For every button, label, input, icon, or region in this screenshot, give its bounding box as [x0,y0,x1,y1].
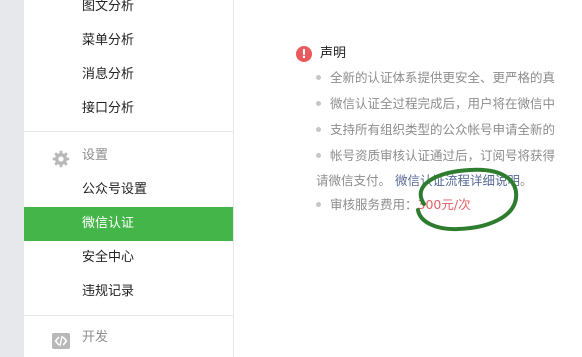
notice-title: 声明 [320,46,347,61]
sidebar-item-label: 微信认证 [82,216,135,231]
sidebar-item-security-center[interactable]: 安全中心 [24,241,233,275]
sidebar-item-api-analysis[interactable]: 接口分析 [24,92,233,126]
sidebar-divider [24,131,233,132]
notice-item: 支持所有组织类型的公众帐号申请全新的 [316,120,555,140]
sidebar-item-article-analysis[interactable]: 图文分析 [24,0,233,24]
notice-item: 全新的认证体系提供更安全、更严格的真 [316,68,555,88]
notice-item-continuation: 请微信支付。 微信认证流程详细说明。 [316,173,533,188]
notice-item: 微信认证全过程完成后，用户将在微信中 [316,94,555,114]
sidebar-item-label: 公众号设置 [82,182,148,197]
sidebar-item-account-settings[interactable]: 公众号设置 [24,173,233,207]
section-title: 开发 [82,330,109,345]
main-content: ! 声明 全新的认证体系提供更安全、更严格的真 微信认证全过程完成后，用户将在微… [234,0,582,357]
alert-icon: ! [296,46,312,62]
sidebar-item-label: 接口分析 [82,101,135,116]
sidebar-divider [24,315,233,316]
sidebar: 图文分析 菜单分析 消息分析 接口分析 设置 公众号设置 微信认证 安全中心 违… [24,0,234,357]
gear-icon [52,148,70,168]
sidebar-item-menu-analysis[interactable]: 菜单分析 [24,24,233,58]
bullet-icon [316,153,321,158]
notice-item-fee: 审核服务费用：300元/次 [316,195,471,215]
notice-item: 帐号资质审核认证通过后，订阅号将获得 [316,146,555,166]
section-title: 设置 [82,148,109,163]
fee-value: 300元/次 [417,197,471,212]
sidebar-item-label: 图文分析 [82,0,135,14]
code-icon [52,330,70,349]
sidebar-item-label: 消息分析 [82,67,135,82]
app-window: 图文分析 菜单分析 消息分析 接口分析 设置 公众号设置 微信认证 安全中心 违… [0,0,582,357]
bullet-icon [316,101,321,106]
sidebar-item-violation-records[interactable]: 违规记录 [24,275,233,309]
bullet-icon [316,127,321,132]
sidebar-item-message-analysis[interactable]: 消息分析 [24,58,233,92]
sidebar-section-settings: 设置 [24,139,233,173]
left-gutter [0,0,24,357]
bullet-icon [316,202,321,207]
sidebar-section-dev: 开发 [24,321,233,355]
sidebar-item-wechat-verification[interactable]: 微信认证 [24,207,233,241]
sidebar-item-label: 违规记录 [82,284,135,299]
verification-process-link[interactable]: 微信认证流程详细说明 [395,173,520,188]
bullet-icon [316,75,321,80]
sidebar-item-label: 菜单分析 [82,33,135,48]
sidebar-item-label: 安全中心 [82,250,135,265]
